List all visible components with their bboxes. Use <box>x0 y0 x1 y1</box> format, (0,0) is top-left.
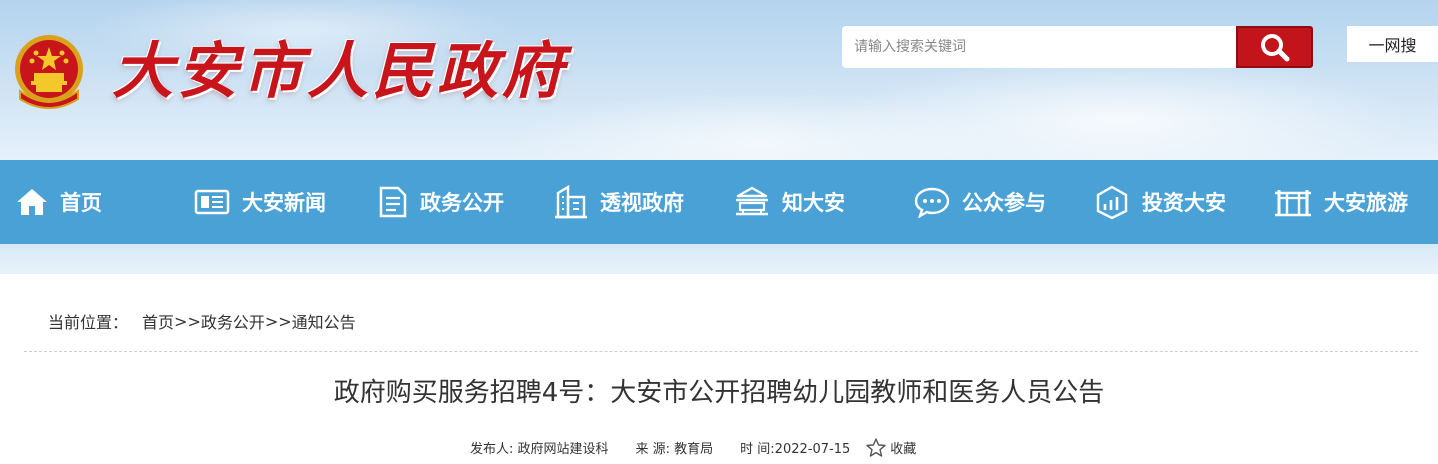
nav-label: 大安旅游 <box>1324 191 1408 215</box>
chat-icon <box>914 187 950 218</box>
search-input[interactable] <box>842 26 1236 68</box>
nav-item-transparent-government[interactable]: 透视政府 <box>554 160 684 244</box>
article-publisher: 发布人: 政府网站建设科 <box>470 442 609 457</box>
article-meta: 发布人: 政府网站建设科 来 源: 教育局 时 间:2022-07-15 收藏 <box>470 438 916 457</box>
nav-label: 政务公开 <box>420 191 504 215</box>
document-icon <box>379 186 407 218</box>
nav-item-home[interactable]: 首页 <box>16 160 102 244</box>
nav-item-public-participation[interactable]: 公众参与 <box>914 160 1046 244</box>
nav-item-news[interactable]: 大安新闻 <box>194 160 326 244</box>
site-title: 大安市人民政府 <box>112 36 568 107</box>
breadcrumb-government-affairs[interactable]: 政务公开 <box>201 309 265 333</box>
breadcrumb-separator: >> <box>174 311 201 331</box>
nav-item-invest-daan[interactable]: 投资大安 <box>1094 160 1226 244</box>
article-panel: 当前位置： 首页 >> 政务公开 >> 通知公告 政府购买服务招聘4号：大安市公… <box>0 274 1438 464</box>
nav-label: 大安新闻 <box>242 191 326 215</box>
nav-label: 首页 <box>60 191 102 215</box>
nav-label: 公众参与 <box>962 191 1046 215</box>
breadcrumb-prefix: 当前位置： <box>48 313 129 332</box>
breadcrumb-separator: >> <box>264 311 292 331</box>
pavilion-icon <box>736 186 768 216</box>
nav-spacer <box>0 244 1438 274</box>
favorite-label: 收藏 <box>890 442 917 457</box>
star-icon <box>866 438 886 457</box>
archway-icon <box>1275 190 1311 217</box>
breadcrumb: 当前位置： 首页 >> 政务公开 >> 通知公告 <box>48 309 356 333</box>
divider <box>24 351 1418 352</box>
breadcrumb-notices[interactable]: 通知公告 <box>292 309 356 333</box>
breadcrumb-home[interactable]: 首页 <box>142 309 174 333</box>
newspaper-icon <box>194 189 230 215</box>
nav-item-daan-tourism[interactable]: 大安旅游 <box>1274 160 1408 244</box>
national-emblem-icon <box>15 35 83 109</box>
article-title: 政府购买服务招聘4号：大安市公开招聘幼儿园教师和医务人员公告 <box>333 378 1105 408</box>
nav-item-know-daan[interactable]: 知大安 <box>734 160 845 244</box>
one-search-button[interactable]: 一网搜 <box>1347 26 1438 62</box>
home-icon <box>17 189 47 215</box>
nav-label: 透视政府 <box>600 191 684 215</box>
search-button[interactable] <box>1236 26 1313 68</box>
main-nav: 首页 大安新闻 政务公开 透视政府 知大安 公众参与 投资大安 大安旅游 <box>0 160 1438 244</box>
nav-item-government-affairs[interactable]: 政务公开 <box>378 160 504 244</box>
chart-icon <box>1096 185 1128 219</box>
nav-label: 投资大安 <box>1142 191 1226 215</box>
article-source: 来 源: 教育局 <box>635 442 714 457</box>
header-banner: 大安市人民政府 一网搜 <box>0 0 1438 160</box>
favorite-button[interactable]: 收藏 <box>866 438 916 457</box>
article-time: 时 间:2022-07-15 <box>740 442 851 457</box>
nav-label: 知大安 <box>782 191 845 215</box>
search-icon <box>1260 34 1289 62</box>
building-icon <box>555 185 587 219</box>
